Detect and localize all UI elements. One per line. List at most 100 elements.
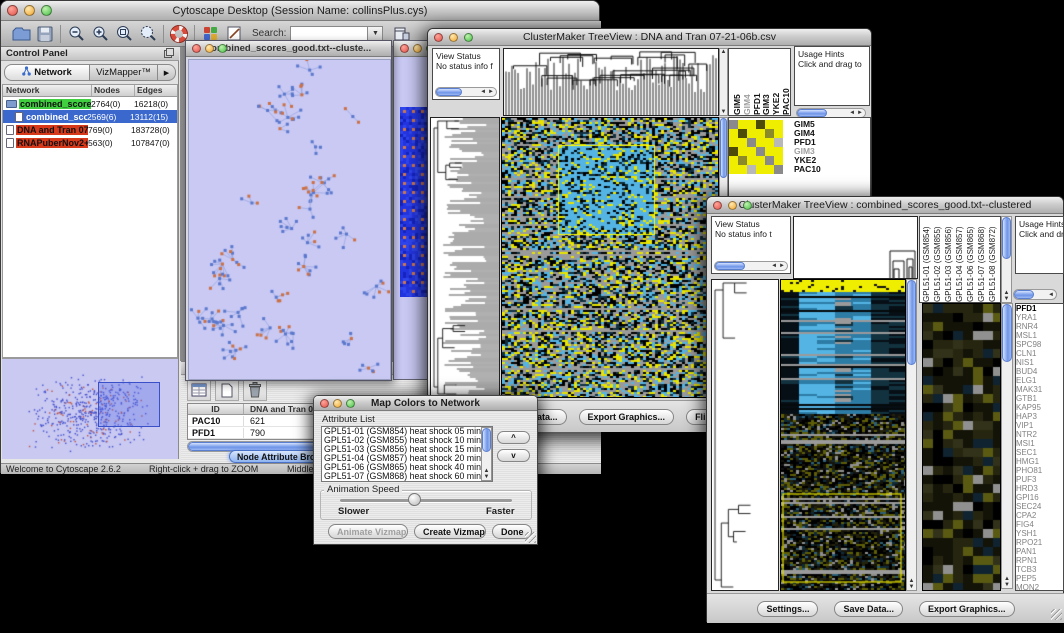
scrollbar-thumb[interactable]: [720, 118, 727, 178]
dialog-titlebar[interactable]: Map Colors to Network: [314, 396, 537, 411]
gene-label[interactable]: SPC98: [1016, 340, 1063, 349]
close-icon[interactable]: [434, 33, 443, 42]
birdseye-viewport-rect[interactable]: [98, 382, 160, 427]
open-file-icon[interactable]: [9, 23, 33, 45]
attribute-item[interactable]: GPL51-06 (GSM865) heat shock 40 min: [322, 463, 492, 472]
gene-label[interactable]: HRD3: [1016, 484, 1063, 493]
close-icon[interactable]: [192, 44, 201, 53]
resize-grip[interactable]: [1051, 609, 1062, 620]
zoom-fit-icon[interactable]: [112, 23, 136, 45]
scroll-down-icon[interactable]: ▼: [909, 584, 915, 590]
gene-label[interactable]: PHO81: [1016, 466, 1063, 475]
close-icon[interactable]: [320, 399, 329, 408]
create-vizmap-button[interactable]: Create Vizmap: [414, 524, 486, 539]
scroll-down-icon[interactable]: ▼: [1004, 296, 1010, 302]
tv2-zoom-heatmap[interactable]: [922, 303, 1001, 591]
save-icon[interactable]: [33, 23, 57, 45]
gene-label[interactable]: NIS1: [1016, 358, 1063, 367]
minimize-icon[interactable]: [205, 44, 214, 53]
minimize-icon[interactable]: [728, 201, 737, 210]
gene-label[interactable]: MON2: [1016, 583, 1063, 591]
main-titlebar[interactable]: Cytoscape Desktop (Session Name: collins…: [1, 1, 599, 21]
gene-label[interactable]: MSI1: [1016, 439, 1063, 448]
tv2-column-dendrogram[interactable]: [793, 216, 918, 279]
gene-label[interactable]: PAN1: [1016, 547, 1063, 556]
scrollbar-thumb[interactable]: [482, 428, 491, 452]
scroll-up-icon[interactable]: ▲: [721, 49, 727, 55]
minimize-icon[interactable]: [333, 399, 342, 408]
gene-label[interactable]: HAP3: [1016, 412, 1063, 421]
scroll-left-icon[interactable]: ◄: [480, 89, 486, 95]
tv1-column-dendrogram[interactable]: [503, 48, 719, 116]
tv1-mini-matrix[interactable]: [729, 120, 783, 174]
select-attributes-icon[interactable]: [187, 379, 211, 401]
scroll-down-icon[interactable]: ▼: [484, 474, 490, 480]
attribute-list[interactable]: GPL51-01 (GSM854) heat shock 05 minGPL51…: [321, 426, 493, 482]
zoom-selected-icon[interactable]: [136, 23, 160, 45]
gene-label[interactable]: SEC1: [1016, 448, 1063, 457]
tab-network[interactable]: Network: [4, 64, 90, 81]
gene-label[interactable]: CPA2: [1016, 511, 1063, 520]
minimize-icon[interactable]: [413, 44, 422, 53]
gene-label[interactable]: HMG1: [1016, 457, 1063, 466]
treeview-button[interactable]: Settings...: [757, 601, 818, 617]
col-id[interactable]: ID: [188, 404, 244, 414]
birdseye-view[interactable]: [2, 358, 178, 459]
move-up-button[interactable]: ^: [497, 431, 530, 444]
tv1-heatmap[interactable]: [501, 117, 719, 398]
treeview-button[interactable]: Save Data...: [834, 601, 903, 617]
attribute-item[interactable]: GPL51-07 (GSM868) heat shock 60 min: [322, 472, 492, 481]
tv1-mini-vscrollbar[interactable]: ▲ ▼: [719, 48, 728, 116]
scroll-left-icon[interactable]: ◄: [771, 263, 777, 269]
gene-label[interactable]: KAP95: [1016, 403, 1063, 412]
scroll-right-icon[interactable]: ►: [779, 263, 785, 269]
attribute-item[interactable]: GPL51-04 (GSM857) heat shock 20 min: [322, 454, 492, 463]
gene-label[interactable]: PEP5: [1016, 574, 1063, 583]
col-nodes[interactable]: Nodes: [92, 85, 135, 96]
animation-slider-track[interactable]: [340, 499, 512, 502]
gene-label[interactable]: RNR4: [1016, 322, 1063, 331]
tv2-gene-vscrollbar[interactable]: ▲▼: [1001, 303, 1013, 589]
network-canvas-area[interactable]: [188, 59, 391, 380]
float-panel-icon[interactable]: [164, 45, 174, 63]
gene-label[interactable]: SEC24: [1016, 502, 1063, 511]
gene-label[interactable]: ELG1: [1016, 376, 1063, 385]
zoom-window-icon[interactable]: [218, 44, 227, 53]
tv2-row-dendrogram[interactable]: [711, 279, 779, 591]
tv1-row-dendrogram[interactable]: [430, 117, 500, 398]
frame1-titlebar[interactable]: combined_scores_good.txt--cluste...: [186, 41, 391, 57]
gene-label[interactable]: VIP1: [1016, 421, 1063, 430]
gene-label[interactable]: PUF3: [1016, 475, 1063, 484]
gene-label[interactable]: FIG4: [1016, 520, 1063, 529]
tv1-status-hscrollbar[interactable]: ◄►: [435, 87, 497, 97]
gene-label[interactable]: RPO21: [1016, 538, 1063, 547]
treeview-button[interactable]: Export Graphics...: [579, 409, 675, 425]
gene-label[interactable]: YSH1: [1016, 529, 1063, 538]
tv2-gene-list[interactable]: PFD1YRA1RNR4MSL1SPC98CLN1NIS1BUD4ELG1MAK…: [1015, 303, 1064, 591]
close-icon[interactable]: [713, 201, 722, 210]
scrollbar-thumb[interactable]: [797, 109, 827, 117]
close-icon[interactable]: [400, 44, 409, 53]
minimize-icon[interactable]: [24, 5, 35, 16]
attribute-item[interactable]: GPL51-01 (GSM854) heat shock 05 min: [322, 427, 492, 436]
gene-label[interactable]: BUD4: [1016, 367, 1063, 376]
network-tree-row[interactable]: combined_sco2569(6)13112(15): [3, 110, 177, 123]
zoom-window-icon[interactable]: [41, 5, 52, 16]
attribute-item[interactable]: GPL51-02 (GSM855) heat shock 10 min: [322, 436, 492, 445]
scrollbar-thumb[interactable]: [907, 280, 916, 365]
col-edges[interactable]: Edges: [135, 85, 177, 96]
delete-attribute-icon[interactable]: [243, 379, 267, 401]
gene-label[interactable]: MSL1: [1016, 331, 1063, 340]
scrollbar-thumb[interactable]: [1014, 290, 1034, 299]
gene-label[interactable]: RPN1: [1016, 556, 1063, 565]
zoom-window-icon[interactable]: [346, 399, 355, 408]
network-tree-row[interactable]: RNAPuberNov2+|563(0)107847(0): [3, 136, 177, 149]
scroll-left-icon[interactable]: ◄: [849, 110, 855, 116]
tab-overflow-button[interactable]: ▶: [158, 64, 176, 81]
tv2-status-hscrollbar[interactable]: ◄►: [714, 261, 788, 271]
animate-vizmap-button[interactable]: Animate Vizmap: [328, 524, 408, 539]
tv1-titlebar[interactable]: ClusterMaker TreeView : DNA and Tran 07-…: [428, 29, 871, 46]
new-attribute-icon[interactable]: [215, 379, 239, 401]
scroll-right-icon[interactable]: ►: [857, 110, 863, 116]
zoom-window-icon[interactable]: [743, 201, 752, 210]
